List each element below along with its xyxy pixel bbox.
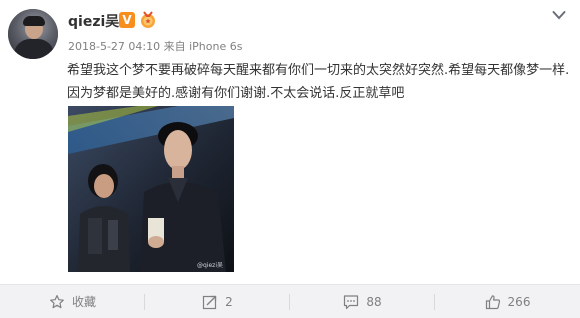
post-image[interactable]: @qiezi吴 (68, 106, 234, 272)
collect-button[interactable]: 收藏 (0, 285, 145, 318)
verified-v-icon[interactable]: V (119, 12, 135, 28)
chevron-down-icon[interactable] (552, 10, 566, 20)
star-icon (50, 294, 64, 308)
repost-count: 2 (225, 294, 233, 309)
like-count: 266 (507, 294, 531, 309)
comment-icon (344, 294, 359, 309)
post-photo: @qiezi吴 (68, 106, 234, 272)
repost-button[interactable]: 2 (145, 285, 290, 318)
like-button[interactable]: 266 (435, 285, 580, 318)
post-text: 希望我这个梦不要再破碎每天醒来都有你们一切来的太突然好突然.希望每天都像梦一样.… (67, 63, 570, 101)
post-meta: 2018-5-27 04:10 来自 iPhone 6s (68, 40, 243, 53)
comment-count: 88 (366, 294, 382, 309)
avatar[interactable] (8, 9, 58, 59)
collect-label: 收藏 (71, 295, 96, 309)
action-toolbar: 收藏 2 88 266 (0, 285, 580, 318)
medal-icon[interactable] (139, 11, 157, 29)
like-icon (485, 294, 500, 309)
image-watermark: @qiezi吴 (197, 262, 223, 269)
comment-button[interactable]: 88 (290, 285, 435, 318)
username[interactable]: qiezi吴 (68, 11, 119, 31)
repost-icon (203, 295, 217, 309)
weibo-post-card: qiezi吴 V 2018-5-27 04:10 来自 iPhone 6s 希望… (0, 0, 580, 318)
